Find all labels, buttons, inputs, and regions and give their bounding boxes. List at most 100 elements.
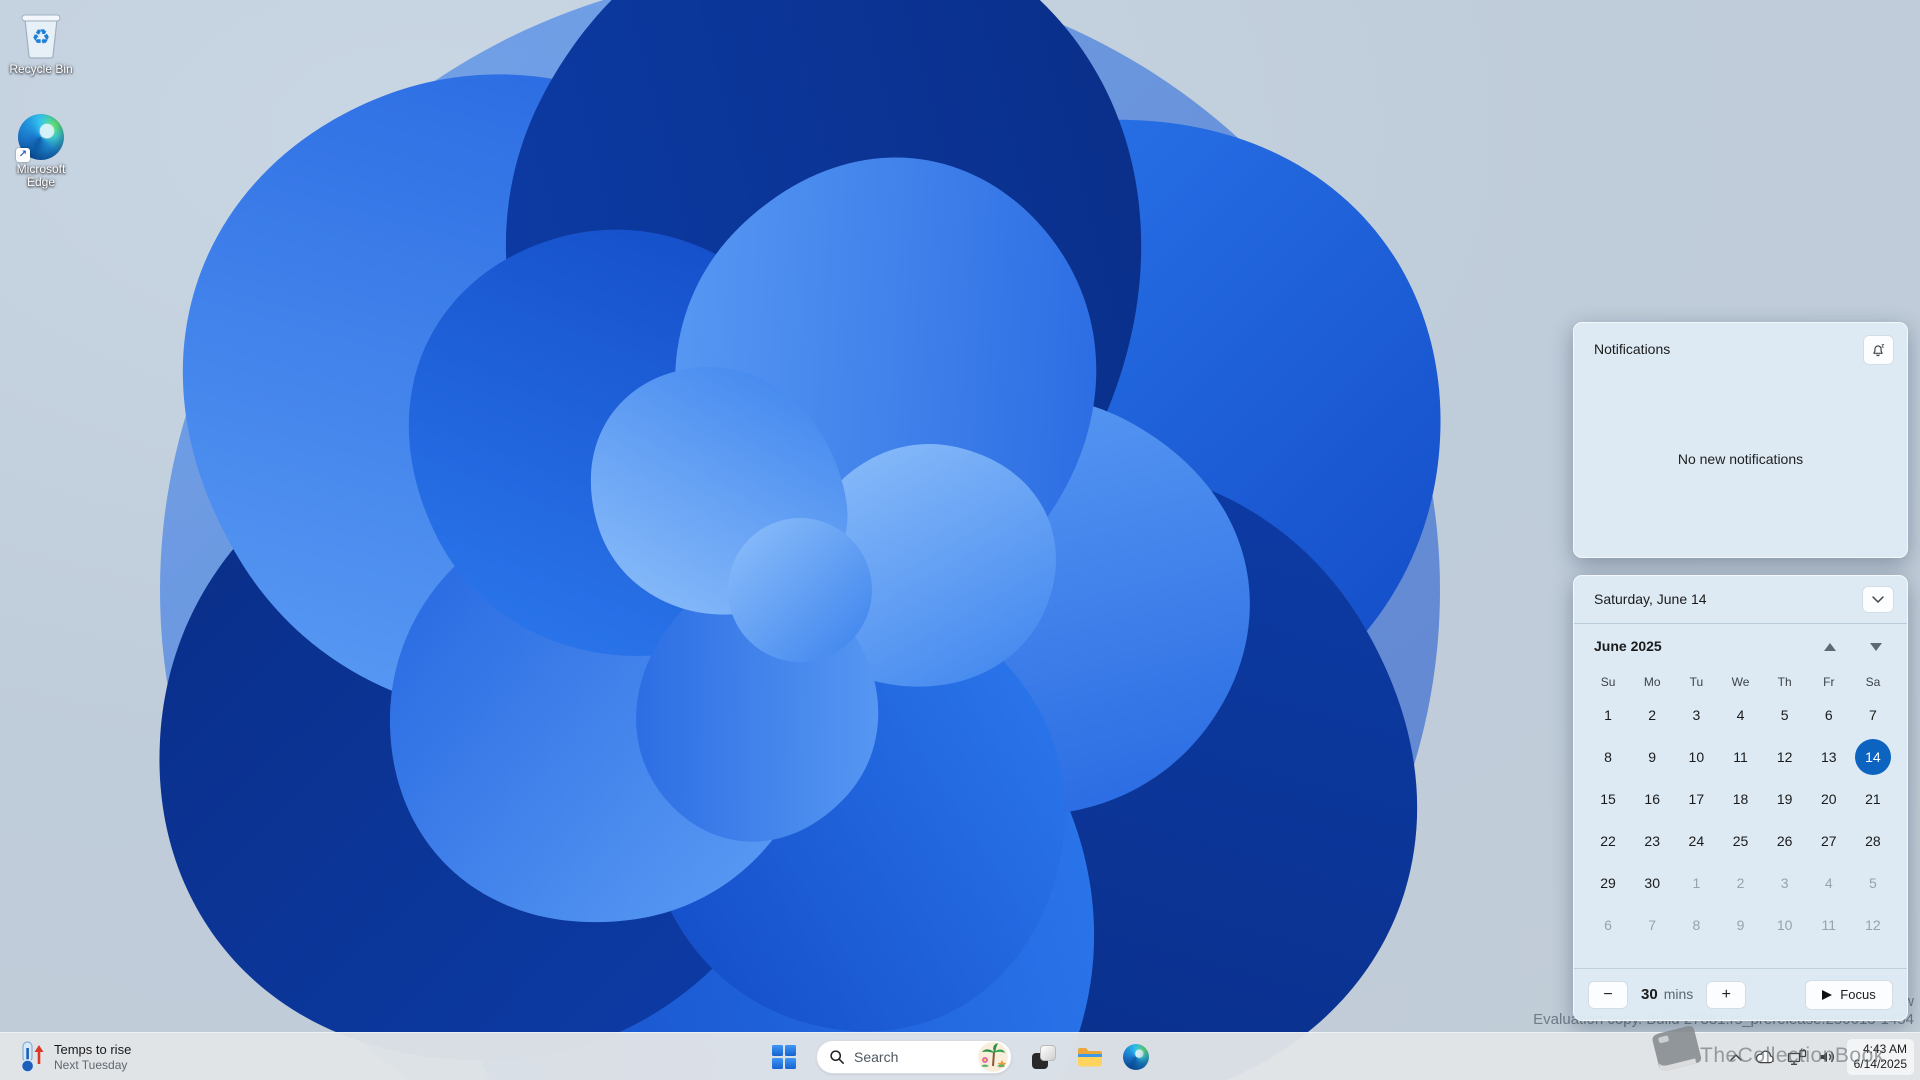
calendar-day[interactable]: 8: [1674, 904, 1718, 946]
triangle-up-icon: [1824, 643, 1836, 651]
calendar-day[interactable]: 27: [1807, 820, 1851, 862]
calendar-day[interactable]: 4: [1807, 862, 1851, 904]
windows-logo-icon: [772, 1045, 796, 1069]
calendar-day[interactable]: 1: [1586, 694, 1630, 736]
search-highlight-icon[interactable]: [978, 1042, 1008, 1072]
desktop-icon-microsoft-edge[interactable]: ↗ Microsoft Edge: [2, 108, 80, 189]
calendar-day[interactable]: 30: [1630, 862, 1674, 904]
file-explorer-icon: [1078, 1048, 1102, 1067]
taskbar-center: Search: [764, 1033, 1156, 1080]
calendar-day[interactable]: 24: [1674, 820, 1718, 862]
calendar-prev-month-button[interactable]: [1819, 638, 1841, 656]
edge-icon: [1123, 1044, 1149, 1070]
notifications-title: Notifications: [1594, 341, 1671, 357]
thermometer-rise-icon: [20, 1041, 44, 1073]
calendar-day[interactable]: 22: [1586, 820, 1630, 862]
chevron-up-icon: [1729, 1054, 1742, 1061]
task-view-icon: [1031, 1044, 1057, 1070]
calendar-day-selected[interactable]: 14: [1851, 736, 1895, 778]
ethernet-network-icon: [1787, 1048, 1806, 1065]
calendar-day[interactable]: 1: [1674, 862, 1718, 904]
calendar-day[interactable]: 12: [1851, 904, 1895, 946]
notifications-panel: Notifications z No new notifications: [1573, 322, 1908, 558]
calendar-day[interactable]: 7: [1851, 694, 1895, 736]
onedrive-tray-button[interactable]: [1750, 1039, 1780, 1075]
weather-headline: Temps to rise: [54, 1042, 132, 1057]
calendar-day[interactable]: 12: [1763, 736, 1807, 778]
calendar-month-label: June 2025: [1594, 638, 1662, 654]
volume-tray-button[interactable]: [1814, 1039, 1841, 1075]
calendar-day[interactable]: 20: [1807, 778, 1851, 820]
calendar-day[interactable]: 5: [1763, 694, 1807, 736]
do-not-disturb-button[interactable]: z: [1863, 335, 1894, 365]
calendar-day[interactable]: 10: [1674, 736, 1718, 778]
calendar-date-header: Saturday, June 14: [1574, 576, 1907, 624]
calendar-panel: Saturday, June 14 June 2025 Su Mo Tu We Th Fr…: [1573, 575, 1908, 1021]
calendar-day[interactable]: 10: [1763, 904, 1807, 946]
calendar-day[interactable]: 4: [1718, 694, 1762, 736]
bell-snooze-icon: z: [1873, 343, 1884, 356]
focus-session-bar: − 30 mins + Focus: [1574, 968, 1907, 1020]
calendar-day[interactable]: 5: [1851, 862, 1895, 904]
calendar-day[interactable]: 21: [1851, 778, 1895, 820]
calendar-day[interactable]: 15: [1586, 778, 1630, 820]
speaker-icon: [1820, 1051, 1834, 1063]
calendar-day[interactable]: 3: [1763, 862, 1807, 904]
weekday-label: Sa: [1865, 675, 1881, 689]
calendar-day[interactable]: 8: [1586, 736, 1630, 778]
weekday-label: Su: [1600, 675, 1616, 689]
widgets-weather-button[interactable]: Temps to rise Next Tuesday: [10, 1033, 139, 1080]
weekday-label: Fr: [1823, 675, 1835, 689]
calendar-day[interactable]: 19: [1763, 778, 1807, 820]
calendar-day[interactable]: 11: [1807, 904, 1851, 946]
calendar-day[interactable]: 25: [1718, 820, 1762, 862]
calendar-day[interactable]: 3: [1674, 694, 1718, 736]
calendar-day[interactable]: 9: [1718, 904, 1762, 946]
calendar-day[interactable]: 9: [1630, 736, 1674, 778]
calendar-day[interactable]: 2: [1718, 862, 1762, 904]
search-box[interactable]: Search: [816, 1040, 1012, 1074]
focus-increase-button[interactable]: +: [1706, 980, 1747, 1009]
chevron-down-icon: [1872, 596, 1884, 603]
edge-taskbar-button[interactable]: [1116, 1037, 1156, 1077]
calendar-day[interactable]: 2: [1630, 694, 1674, 736]
calendar-day[interactable]: 28: [1851, 820, 1895, 862]
clock-and-date[interactable]: 4:43 AM 6/14/2025: [1846, 1039, 1914, 1075]
calendar-day[interactable]: 29: [1586, 862, 1630, 904]
file-explorer-button[interactable]: [1070, 1037, 1110, 1077]
calendar-day[interactable]: 13: [1807, 736, 1851, 778]
weekday-label: Mo: [1643, 675, 1661, 689]
calendar-grid: 1 2 3 4 5 6 7 8 9 10 11 12 13 14 15 16 17 18 19 20 21 22 23 24 2…: [1586, 694, 1895, 946]
calendar-day[interactable]: 6: [1807, 694, 1851, 736]
calendar-collapse-button[interactable]: [1862, 586, 1894, 613]
svg-text:♻: ♻: [32, 26, 51, 49]
cloud-icon: [1755, 1050, 1774, 1064]
focus-decrease-button[interactable]: −: [1588, 980, 1628, 1009]
notifications-empty-text: No new notifications: [1677, 451, 1804, 467]
clock-date: 6/14/2025: [1853, 1057, 1907, 1071]
calendar-day[interactable]: 16: [1630, 778, 1674, 820]
weather-text: Temps to rise Next Tuesday: [54, 1042, 131, 1072]
focus-start-button[interactable]: Focus: [1805, 979, 1893, 1010]
search-icon: [830, 1050, 844, 1064]
calendar-day[interactable]: 26: [1763, 820, 1807, 862]
calendar-day[interactable]: 17: [1674, 778, 1718, 820]
weekday-label: Tu: [1689, 675, 1704, 689]
desktop-icon-label: Microsoft Edge: [16, 162, 66, 189]
calendar-date-label: Saturday, June 14: [1594, 591, 1707, 607]
network-tray-button[interactable]: [1782, 1039, 1812, 1075]
search-placeholder: Search: [854, 1049, 899, 1065]
weather-subtext: Next Tuesday: [54, 1058, 128, 1072]
calendar-day[interactable]: 23: [1630, 820, 1674, 862]
start-button[interactable]: [764, 1037, 804, 1077]
desktop-icon-recycle-bin[interactable]: ♻ Recycle Bin: [2, 8, 80, 76]
calendar-day[interactable]: 11: [1718, 736, 1762, 778]
tray-overflow-button[interactable]: [1724, 1039, 1748, 1075]
calendar-day[interactable]: 6: [1586, 904, 1630, 946]
calendar-day[interactable]: 7: [1630, 904, 1674, 946]
play-icon: [1822, 989, 1833, 1000]
calendar-day[interactable]: 18: [1718, 778, 1762, 820]
system-tray: 4:43 AM 6/14/2025: [1724, 1033, 1914, 1080]
calendar-next-month-button[interactable]: [1865, 638, 1887, 656]
task-view-button[interactable]: [1024, 1037, 1064, 1077]
